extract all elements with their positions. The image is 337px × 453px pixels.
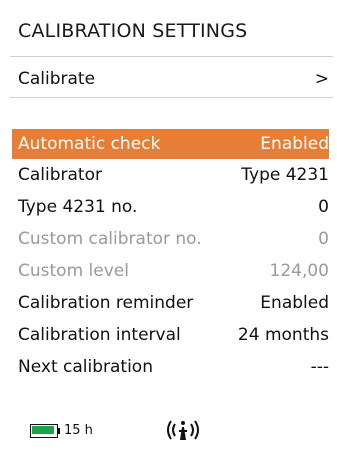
calibration-settings-screen: CALIBRATION SETTINGS Calibrate > Automat… (0, 0, 337, 453)
menu-item-value: --- (310, 357, 329, 377)
menu-item-calibration-interval[interactable]: Calibration interval 24 months (12, 320, 329, 350)
menu-item-label: Automatic check (18, 134, 161, 154)
menu-item-label: Calibrator (18, 165, 102, 185)
chevron-right-icon: > (314, 69, 329, 89)
menu-item-value: Type 4231 (241, 165, 329, 185)
menu-item-calibrate[interactable]: Calibrate > (12, 64, 329, 94)
menu-item-value: 0 (318, 229, 329, 249)
menu-item-value: 124,00 (269, 261, 329, 281)
menu-item-label: Calibration interval (18, 325, 181, 345)
menu-item-value: Enabled (260, 134, 329, 154)
menu-item-label: Type 4231 no. (18, 197, 138, 217)
battery-icon (30, 424, 60, 438)
menu-item-label: Calibrate (18, 69, 96, 89)
menu-item-custom-calibrator-no: Custom calibrator no. 0 (12, 224, 329, 254)
battery-terminal (57, 428, 60, 434)
menu-item-custom-level: Custom level 124,00 (12, 256, 329, 286)
menu-item-label: Next calibration (18, 357, 153, 377)
menu-item-automatic-check[interactable]: Automatic check Enabled (12, 129, 329, 159)
menu-item-type-4231-no[interactable]: Type 4231 no. 0 (12, 192, 329, 222)
section-divider (10, 97, 333, 98)
menu-item-calibrator[interactable]: Calibrator Type 4231 (12, 160, 329, 190)
title-divider (10, 56, 333, 57)
menu-item-label: Calibration reminder (18, 293, 194, 313)
page-title: CALIBRATION SETTINGS (18, 20, 248, 42)
menu-item-value: 24 months (237, 325, 329, 345)
battery-fill (32, 426, 54, 434)
menu-item-label: Custom level (18, 261, 129, 281)
status-bar: 15 h (0, 418, 337, 444)
menu-item-value: 0 (318, 197, 329, 217)
menu-item-next-calibration: Next calibration --- (12, 352, 329, 382)
menu-item-calibration-reminder[interactable]: Calibration reminder Enabled (12, 288, 329, 318)
menu-item-label: Custom calibrator no. (18, 229, 202, 249)
menu-item-value: Enabled (260, 293, 329, 313)
battery-time: 15 h (64, 423, 93, 438)
wireless-signal-icon (167, 420, 199, 440)
